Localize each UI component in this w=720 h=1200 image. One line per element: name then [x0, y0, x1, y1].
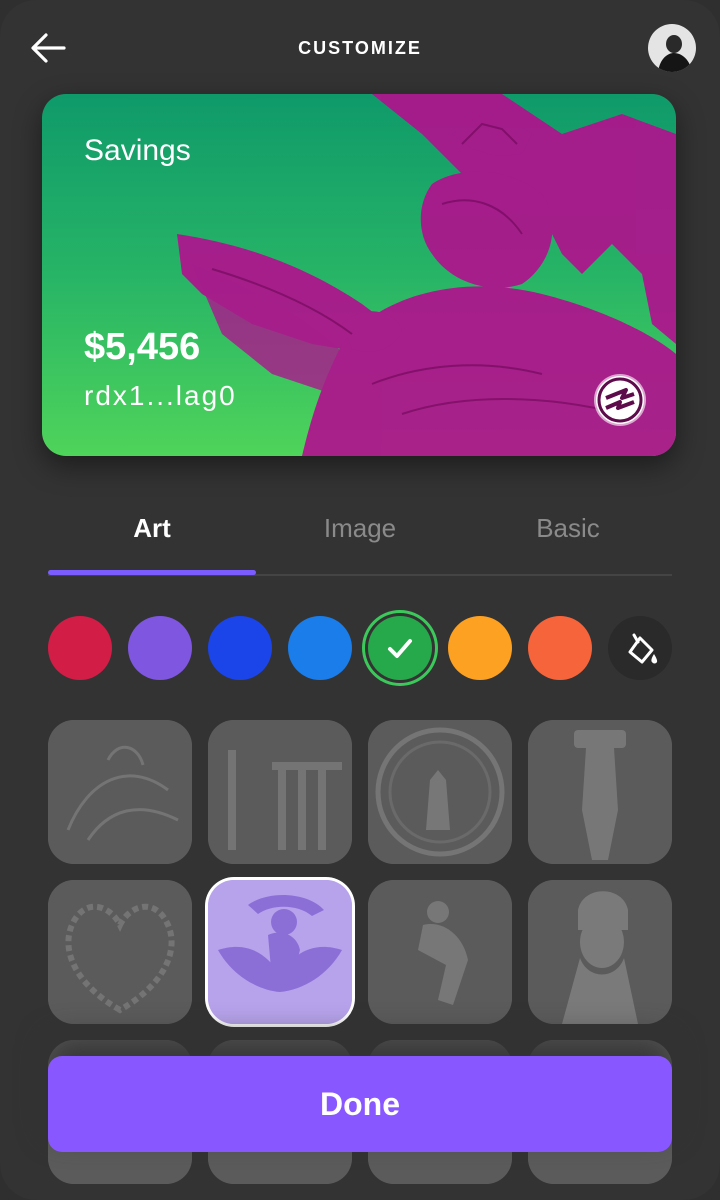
art-thumbnail-dancer[interactable]: [368, 880, 512, 1024]
tab-active-indicator: [48, 570, 256, 575]
art-thumbnail-ruins[interactable]: [208, 720, 352, 864]
tab-basic[interactable]: Basic: [464, 498, 672, 558]
swatch-light-blue[interactable]: [288, 616, 352, 680]
page-title: CUSTOMIZE: [298, 38, 422, 58]
account-address: rdx1...lag0: [84, 380, 237, 411]
color-swatches: [48, 616, 672, 680]
art-thumbnail-zeus[interactable]: [208, 880, 352, 1024]
account-card: Savings $5,456 rdx1...lag0: [42, 94, 676, 456]
tab-art[interactable]: Art: [48, 498, 256, 558]
account-balance: $5,456: [84, 326, 201, 368]
art-thumbnail-bust[interactable]: [528, 880, 672, 1024]
swatch-green[interactable]: [368, 616, 432, 680]
swatch-purple[interactable]: [128, 616, 192, 680]
customize-screen: CUSTOMIZE Savings $5,456 rdx1...lag0 Art…: [0, 0, 720, 1200]
swatch-red[interactable]: [48, 616, 112, 680]
radix-logo-icon: [596, 376, 644, 424]
swatch-coral[interactable]: [528, 616, 592, 680]
done-button[interactable]: Done: [48, 1056, 672, 1152]
art-thumbnail-medallion[interactable]: [368, 720, 512, 864]
header: CUSTOMIZE: [0, 0, 720, 96]
art-thumbnail-wreath[interactable]: [48, 880, 192, 1024]
checkmark-icon: [388, 639, 412, 658]
account-name: Savings: [84, 134, 191, 167]
art-thumbnail-angel[interactable]: [48, 720, 192, 864]
avatar[interactable]: [648, 24, 696, 72]
swatch-blue[interactable]: [208, 616, 272, 680]
swatch-orange[interactable]: [448, 616, 512, 680]
style-tabs: Art Image Basic: [48, 498, 672, 576]
tab-image[interactable]: Image: [256, 498, 464, 558]
paint-bucket-icon[interactable]: [608, 616, 672, 680]
art-thumbnail-atlas[interactable]: [528, 720, 672, 864]
